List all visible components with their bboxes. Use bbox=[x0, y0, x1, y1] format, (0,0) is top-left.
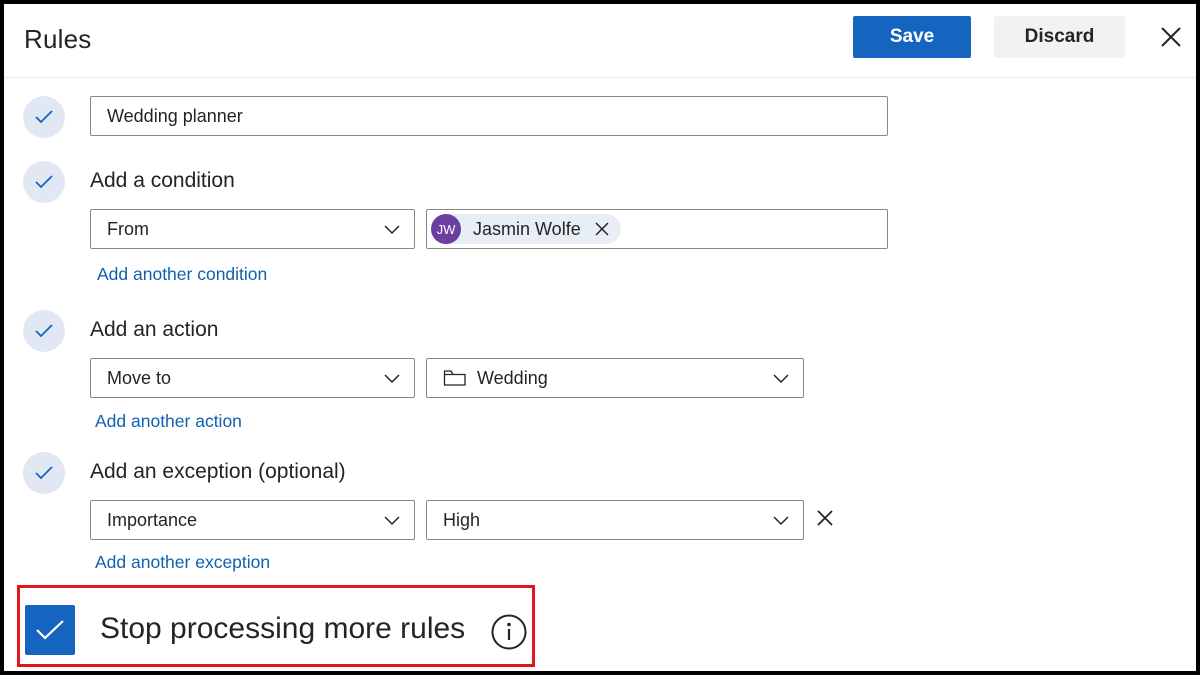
exception-type-dropdown[interactable]: Importance bbox=[90, 500, 415, 540]
add-another-action-link[interactable]: Add another action bbox=[95, 411, 242, 432]
exception-value-dropdown[interactable]: High bbox=[426, 500, 804, 540]
exception-type-value: Importance bbox=[107, 509, 198, 530]
discard-button[interactable]: Discard bbox=[994, 16, 1125, 58]
page-title: Rules bbox=[24, 24, 92, 54]
save-button[interactable]: Save bbox=[853, 16, 971, 58]
rule-name-input[interactable]: Wedding planner bbox=[90, 96, 888, 136]
folder-dropdown[interactable]: Wedding bbox=[426, 358, 804, 398]
rule-name-value: Wedding planner bbox=[107, 105, 243, 126]
persona-name: Jasmin Wolfe bbox=[473, 218, 581, 239]
close-button[interactable] bbox=[1156, 22, 1186, 52]
action-type-dropdown[interactable]: Move to bbox=[90, 358, 415, 398]
checkmark-icon bbox=[35, 324, 53, 338]
folder-icon bbox=[443, 370, 466, 386]
condition-type-value: From bbox=[107, 218, 149, 239]
step-name-check bbox=[23, 96, 65, 138]
stop-processing-checkbox[interactable] bbox=[25, 605, 75, 655]
close-icon bbox=[1161, 27, 1181, 47]
condition-value-field[interactable]: JW Jasmin Wolfe bbox=[426, 209, 888, 249]
remove-exception-button[interactable] bbox=[816, 509, 836, 529]
chevron-down-icon bbox=[384, 516, 400, 526]
chevron-down-icon bbox=[384, 225, 400, 235]
add-another-condition-link[interactable]: Add another condition bbox=[97, 264, 267, 285]
chevron-down-icon bbox=[773, 516, 789, 526]
folder-value: Wedding bbox=[477, 367, 548, 388]
chevron-down-icon bbox=[384, 374, 400, 384]
avatar: JW bbox=[431, 214, 461, 244]
action-heading: Add an action bbox=[90, 318, 219, 341]
step-exception-check bbox=[23, 452, 65, 494]
checkmark-icon bbox=[35, 175, 53, 189]
remove-persona-button[interactable] bbox=[595, 222, 609, 236]
stop-processing-label: Stop processing more rules bbox=[100, 612, 466, 645]
exception-heading: Add an exception (optional) bbox=[90, 460, 346, 483]
chevron-down-icon bbox=[773, 374, 789, 384]
close-icon bbox=[817, 510, 833, 526]
condition-heading: Add a condition bbox=[90, 169, 235, 192]
action-type-value: Move to bbox=[107, 367, 172, 388]
dialog-header: Rules Save Discard bbox=[4, 4, 1196, 78]
condition-type-dropdown[interactable]: From bbox=[90, 209, 415, 249]
add-another-exception-link[interactable]: Add another exception bbox=[95, 552, 270, 573]
info-icon[interactable] bbox=[491, 614, 527, 650]
step-action-check bbox=[23, 310, 65, 352]
checkmark-icon bbox=[35, 110, 53, 124]
exception-value: High bbox=[443, 509, 481, 530]
close-icon bbox=[595, 222, 609, 236]
step-condition-check bbox=[23, 161, 65, 203]
checkmark-icon bbox=[36, 620, 64, 640]
rules-dialog: Rules Save Discard Wedding planner Add a… bbox=[0, 0, 1200, 675]
checkmark-icon bbox=[35, 466, 53, 480]
persona-chip[interactable]: JW Jasmin Wolfe bbox=[431, 214, 621, 244]
